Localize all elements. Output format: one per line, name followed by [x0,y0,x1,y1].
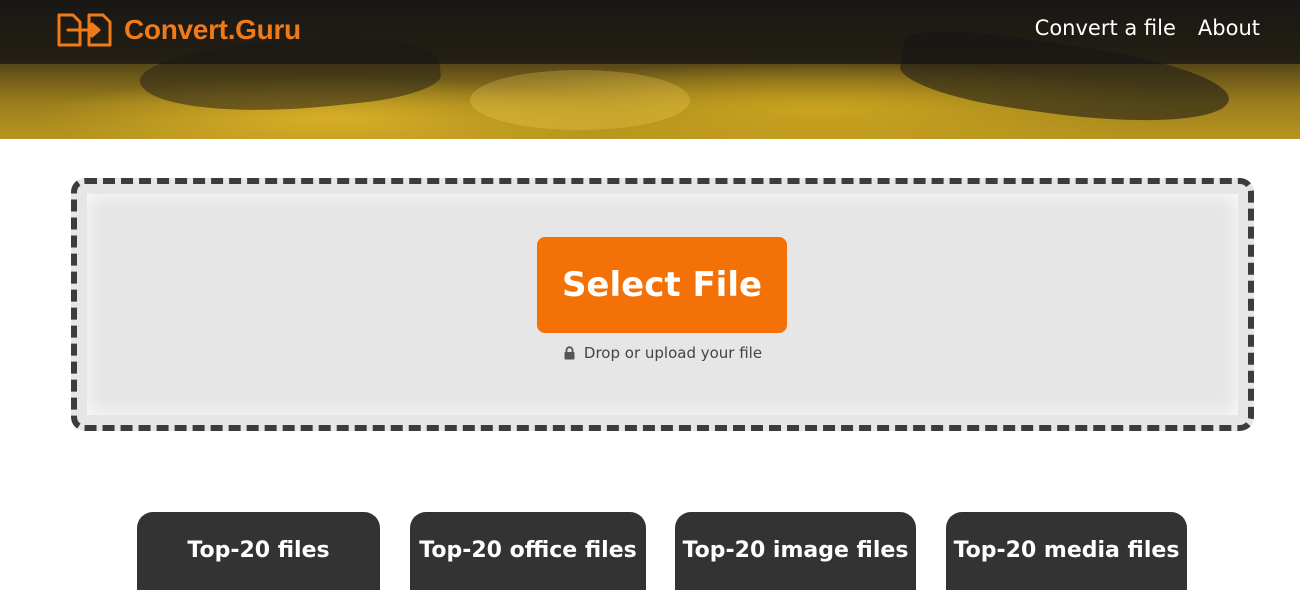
select-file-button[interactable]: Select File [537,237,787,333]
upload-hint-text: Drop or upload your file [583,344,763,362]
tab-top-20-media-files[interactable]: Top-20 media files [946,512,1187,590]
nav-convert-a-file[interactable]: Convert a file [1035,16,1176,40]
banner-decoration [470,70,690,130]
main-nav: Convert a file About [1035,16,1260,40]
file-convert-icon [56,12,114,48]
tab-top-20-files[interactable]: Top-20 files [137,512,380,590]
upload-hint: Drop or upload your file [77,344,1248,362]
lock-icon [563,346,576,360]
tab-top-20-office-files[interactable]: Top-20 office files [410,512,646,590]
logo-text: Convert.Guru [124,14,301,45]
top-navigation-bar: Convert.Guru Convert a file About [0,0,1300,64]
tab-top-20-image-files[interactable]: Top-20 image files [675,512,916,590]
nav-about[interactable]: About [1198,16,1260,40]
hero-banner: Convert.Guru Convert a file About [0,0,1300,139]
logo-link[interactable]: Convert.Guru [56,12,301,48]
file-drop-zone[interactable]: Select File Drop or upload your file [71,178,1254,431]
